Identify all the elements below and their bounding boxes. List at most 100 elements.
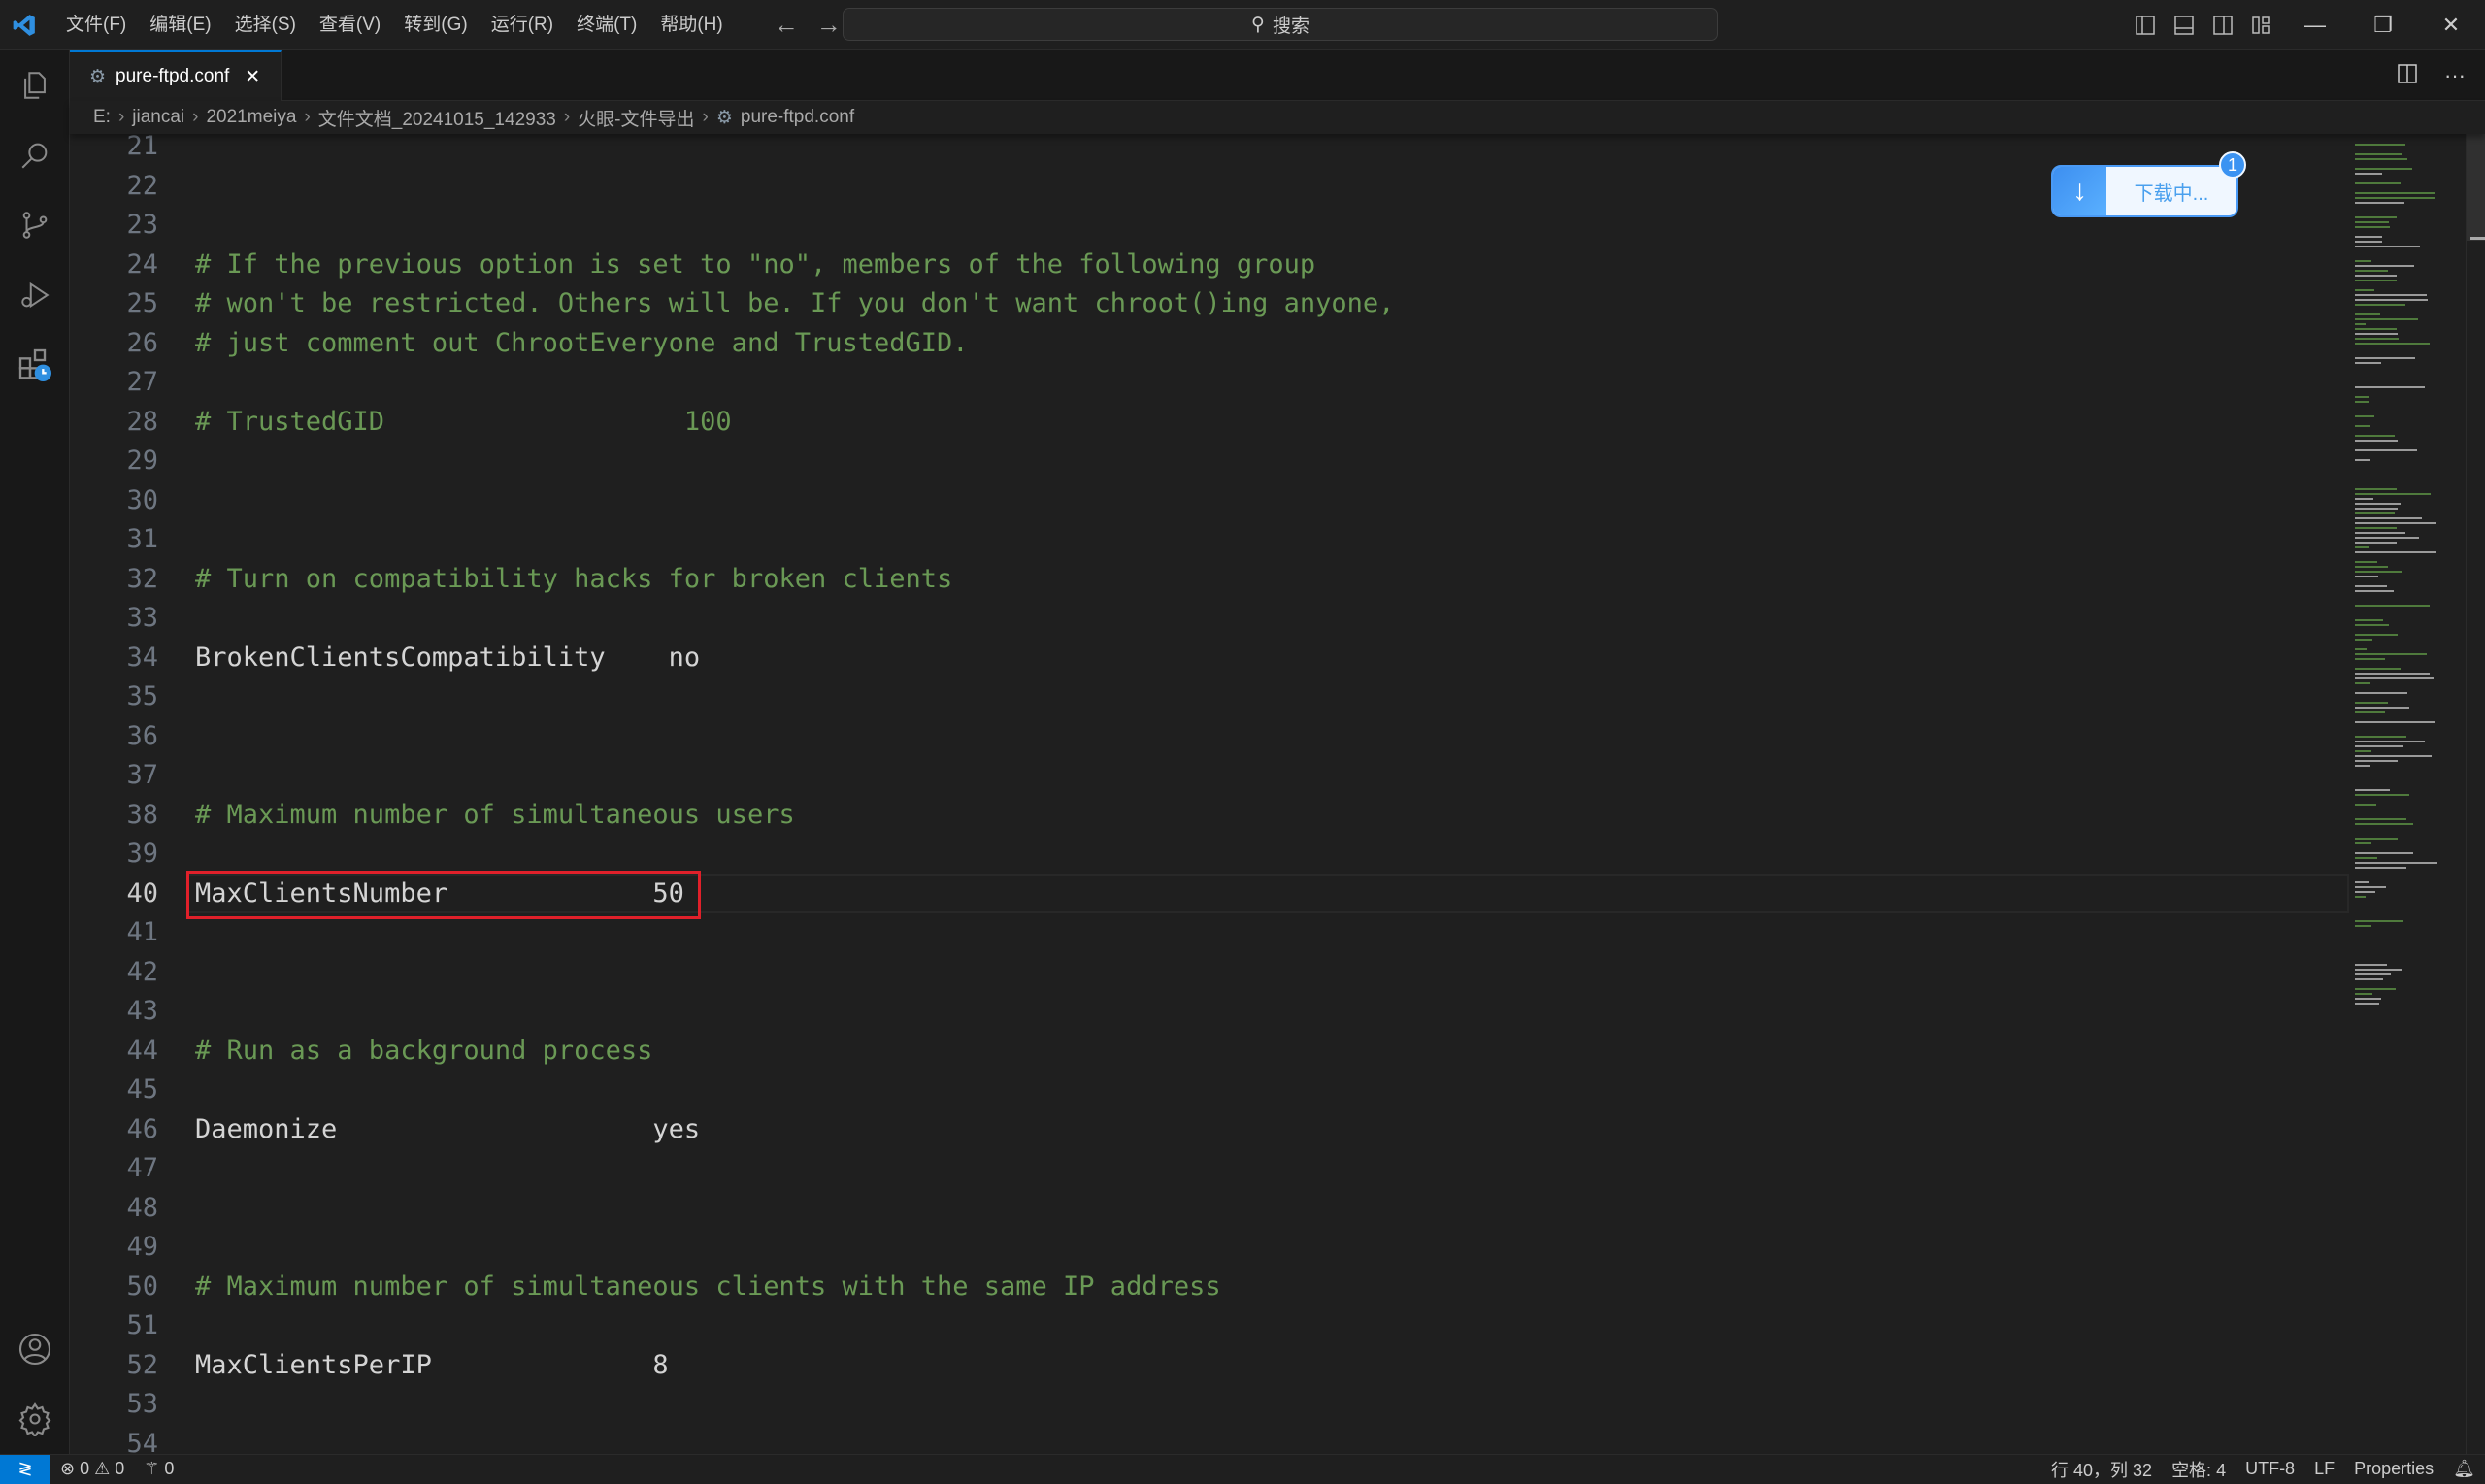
menu-item[interactable]: 查看(V) — [308, 0, 392, 50]
tab-pure-ftpd-conf[interactable]: ⚙ pure-ftpd.conf ✕ — [70, 50, 282, 101]
toggle-primary-sidebar-icon[interactable] — [2126, 0, 2165, 50]
minimap-line — [2355, 789, 2390, 791]
minimap-line — [2355, 658, 2385, 660]
close-window-button[interactable]: ✕ — [2417, 0, 2485, 50]
minimap-line — [2355, 653, 2427, 655]
breadcrumb-item[interactable]: 文件文档_20241015_142933 — [318, 105, 556, 131]
chevron-right-icon: › — [563, 107, 571, 127]
minimap-line — [2355, 246, 2420, 247]
menu-item[interactable]: 编辑(E) — [138, 0, 222, 50]
minimap-line — [2355, 503, 2402, 505]
minimap-line — [2355, 270, 2389, 272]
forward-arrow-icon[interactable]: → — [816, 10, 842, 40]
encoding[interactable]: UTF-8 — [2236, 1459, 2304, 1479]
problems-status[interactable]: ⊗ 0 ⚠ 0 — [50, 1459, 134, 1479]
customize-layout-icon[interactable] — [2242, 0, 2281, 50]
code-line: 37 — [70, 756, 2349, 796]
back-arrow-icon[interactable]: ← — [774, 10, 799, 40]
minimap[interactable] — [2349, 134, 2466, 1027]
minimap-line — [2355, 978, 2383, 980]
code-line: 28 # TrustedGID 100 — [70, 403, 2349, 443]
minimap-line — [2355, 804, 2376, 806]
search-icon: ⚲ — [1251, 14, 1265, 35]
line-number: 51 — [126, 1310, 158, 1340]
code-text: # TrustedGID 100 — [195, 406, 732, 437]
menu-item[interactable]: 终端(T) — [565, 0, 648, 50]
minimap-line — [2355, 750, 2371, 752]
code-line: 41 — [70, 913, 2349, 953]
explorer-icon[interactable] — [0, 50, 70, 120]
accounts-icon[interactable] — [0, 1314, 70, 1384]
split-editor-icon[interactable] — [2398, 63, 2417, 88]
end-of-line[interactable]: LF — [2304, 1459, 2344, 1479]
minimap-line — [2355, 736, 2406, 738]
code-text: MaxClientsNumber 50 — [195, 877, 684, 908]
menu-item[interactable]: 运行(R) — [480, 0, 565, 50]
line-number: 40 — [126, 877, 158, 908]
menu-item[interactable]: 选择(S) — [223, 0, 308, 50]
minimap-line — [2355, 221, 2389, 223]
source-control-icon[interactable] — [0, 190, 70, 260]
line-number: 44 — [126, 1035, 158, 1066]
notifications-bell-icon[interactable]: 🔔︎ — [2443, 1459, 2485, 1479]
vertical-scrollbar[interactable] — [2466, 134, 2485, 1454]
chevron-right-icon: › — [117, 107, 125, 127]
activity-bar — [0, 50, 70, 1454]
minimap-line — [2355, 459, 2370, 461]
minimap-line — [2355, 236, 2382, 238]
command-center-search[interactable]: ⚲ 搜索 — [843, 8, 1718, 41]
chevron-right-icon: › — [702, 107, 709, 127]
minimap-line — [2355, 668, 2401, 670]
code-text: # just comment out ChrootEveryone and Tr… — [195, 327, 969, 358]
download-arrow-icon: ↓ — [2053, 167, 2106, 215]
toggle-panel-icon[interactable] — [2165, 0, 2203, 50]
restore-button[interactable]: ❐ — [2349, 0, 2417, 50]
line-number: 35 — [126, 681, 158, 711]
minimap-line — [2355, 168, 2413, 170]
minimap-line — [2355, 605, 2431, 607]
code-line: 30 — [70, 481, 2349, 521]
menu-item[interactable]: 帮助(H) — [648, 0, 734, 50]
breadcrumb: E: › jiancai › 2021meiya › 文件文档_20241015_14293… — [70, 101, 2485, 134]
breadcrumb-item[interactable]: jiancai — [132, 107, 184, 128]
indentation[interactable]: 空格: 4 — [2162, 1457, 2236, 1482]
code-line: 44 # Run as a background process — [70, 1032, 2349, 1072]
minimap-line — [2355, 852, 2414, 854]
minimap-line — [2355, 677, 2434, 679]
menu-item[interactable]: 文件(F) — [54, 0, 138, 50]
breadcrumb-item[interactable]: E: — [93, 107, 111, 128]
remote-icon[interactable]: ≷ — [0, 1454, 50, 1484]
minimap-line — [2355, 304, 2405, 306]
breadcrumb-item[interactable]: 2021meiya — [206, 107, 296, 128]
cursor-position[interactable]: 行 40，列 32 — [2041, 1457, 2162, 1482]
search-icon[interactable] — [0, 120, 70, 190]
close-tab-icon[interactable]: ✕ — [245, 66, 260, 88]
breadcrumb-item[interactable]: pure-ftpd.conf — [741, 107, 854, 128]
minimap-line — [2355, 969, 2402, 971]
menu-item[interactable]: 转到(G) — [392, 0, 479, 50]
code-line: 39 — [70, 835, 2349, 874]
more-actions-icon[interactable]: ··· — [2444, 63, 2466, 88]
code-editor[interactable]: 21 22 23 24 # If the previous option is set … — [70, 134, 2349, 1454]
line-number: 54 — [126, 1428, 158, 1455]
minimap-line — [2355, 823, 2413, 825]
run-debug-icon[interactable] — [0, 260, 70, 330]
code-line: 40 MaxClientsNumber 50 — [70, 874, 2349, 914]
gear-file-icon: ⚙ — [715, 107, 733, 128]
line-number: 50 — [126, 1270, 158, 1302]
line-number: 24 — [126, 248, 158, 280]
minimap-line — [2355, 532, 2405, 534]
language-mode[interactable]: Properties — [2344, 1459, 2443, 1479]
ports-status[interactable]: ⚚ 0 — [134, 1459, 183, 1479]
minimize-button[interactable]: — — [2281, 0, 2349, 50]
minimap-line — [2355, 542, 2398, 544]
settings-gear-icon[interactable] — [0, 1384, 70, 1454]
toggle-secondary-sidebar-icon[interactable] — [2203, 0, 2242, 50]
extensions-icon[interactable] — [0, 330, 70, 400]
minimap-line — [2355, 896, 2366, 898]
download-widget[interactable]: ↓ 下载中... 1 — [2051, 151, 2246, 217]
line-number: 23 — [126, 210, 158, 240]
breadcrumb-item[interactable]: 火眼-文件导出 — [578, 105, 694, 131]
code-line: 53 — [70, 1385, 2349, 1425]
code-text: Daemonize yes — [195, 1113, 701, 1144]
